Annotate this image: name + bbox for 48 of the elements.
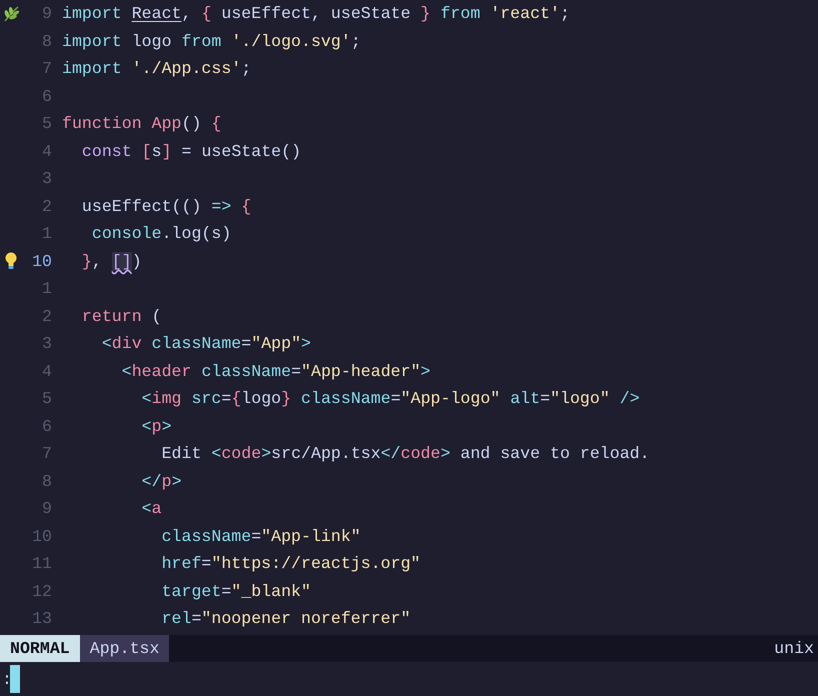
code-line: import React, { useEffect, useState } from 'react'; xyxy=(62,4,570,24)
line-number: 2 xyxy=(41,306,53,326)
line-number: 5 xyxy=(41,389,53,408)
line-number: 13 xyxy=(31,609,53,628)
line-number: 4 xyxy=(41,142,53,161)
code-line: className="App-link" xyxy=(160,526,361,546)
code-line: <a xyxy=(140,499,162,518)
line-number: 4 xyxy=(41,362,53,381)
code-line: useEffect(() => { xyxy=(80,196,252,216)
line-number: 1 xyxy=(41,224,53,244)
text-cursor xyxy=(10,665,20,693)
code-line: <div className="App"> xyxy=(100,334,311,354)
code-line: href="https://reactjs.org" xyxy=(160,554,421,574)
file-name: App.tsx xyxy=(80,635,170,662)
code-line: import logo from './logo.svg'; xyxy=(62,32,361,51)
code-line: function App() { xyxy=(62,114,222,134)
code-line: }, []) xyxy=(80,252,142,271)
code-line: </p> xyxy=(140,472,182,491)
code-line: rel="noopener noreferrer" xyxy=(160,609,411,628)
code-line: import './App.css'; xyxy=(62,59,252,78)
code-line: <header className="App-header"> xyxy=(120,362,430,381)
lightbulb-icon[interactable] xyxy=(4,252,18,270)
code-line: target="_blank" xyxy=(160,582,311,601)
line-number: 2 xyxy=(41,196,53,216)
line-number: 3 xyxy=(41,334,53,354)
code-line: <img src={logo} className="App-logo" alt="logo" /> xyxy=(140,389,640,408)
code-line: Edit <code>src/App.tsx</code> and save to reload. xyxy=(160,444,650,464)
line-number: 9 xyxy=(41,499,53,518)
line-number: 12 xyxy=(31,582,53,601)
code-line: return ( xyxy=(80,306,162,326)
code-line: console.log(s) xyxy=(90,224,232,244)
mode-indicator: NORMAL xyxy=(0,635,80,662)
line-number: 6 xyxy=(41,86,53,106)
code-line: <p> xyxy=(140,416,172,436)
line-number: 10 xyxy=(31,526,53,546)
line-number: 6 xyxy=(41,416,53,436)
line-number: 7 xyxy=(41,59,53,78)
line-number: 8 xyxy=(41,472,53,491)
line-number: 7 xyxy=(41,444,53,464)
code-line: const [s] = useState() xyxy=(80,142,302,161)
line-number: 3 xyxy=(41,169,53,188)
command-line[interactable]: : xyxy=(0,662,818,696)
line-number: 5 xyxy=(41,114,53,134)
line-number: 9 xyxy=(41,4,53,24)
line-number: 11 xyxy=(31,554,53,574)
line-number: 8 xyxy=(41,32,53,51)
line-number: 1 xyxy=(41,279,53,298)
file-format: unix xyxy=(774,638,814,660)
